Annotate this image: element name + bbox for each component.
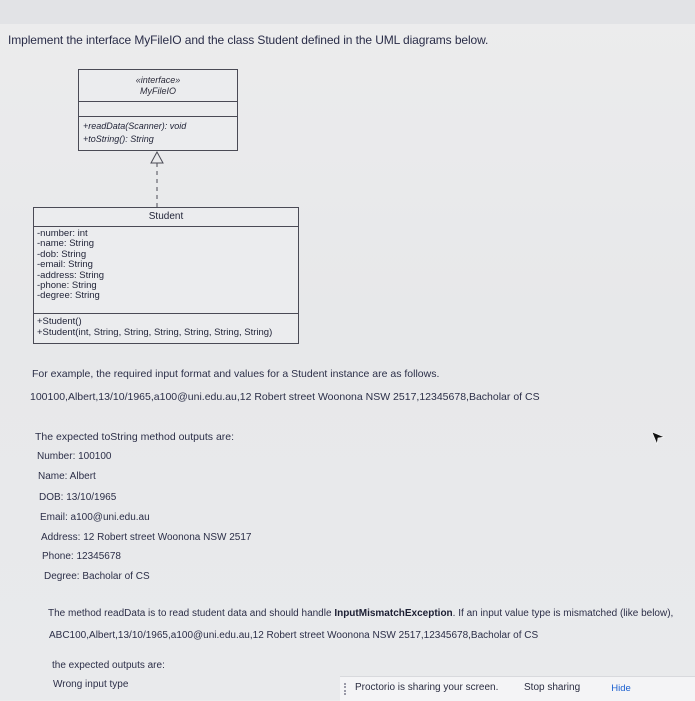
- interface-operation: +readData(Scanner): void: [83, 121, 187, 131]
- realization-arrow: [150, 150, 164, 207]
- class-name: Student: [34, 208, 298, 227]
- output-line: Degree: Bacholar of CS: [44, 571, 150, 582]
- interface-header: «interface» MyFileIO: [79, 70, 237, 102]
- uml-interface-box: «interface» MyFileIO +readData(Scanner):…: [78, 69, 238, 151]
- interface-name: MyFileIO: [140, 86, 176, 96]
- class-operation: +Student(): [37, 316, 82, 327]
- output-line: Address: 12 Robert street Woonona NSW 25…: [41, 532, 252, 543]
- example-intro: For example, the required input format a…: [32, 368, 440, 380]
- uml-class-box: Student -number: int -name: String -dob:…: [33, 207, 299, 344]
- page-top-band: [0, 0, 695, 24]
- drag-handle-icon[interactable]: [344, 683, 350, 695]
- mismatch-input: ABC100,Albert,13/10/1965,a100@uni.edu.au…: [49, 630, 539, 641]
- tostring-intro: The expected toString method outputs are…: [35, 431, 235, 443]
- expected-outputs-intro: the expected outputs are:: [52, 660, 165, 671]
- hide-button[interactable]: Hide: [601, 680, 641, 697]
- output-line: Email: a100@uni.edu.au: [40, 512, 150, 523]
- example-input: 100100,Albert,13/10/1965,a100@uni.edu.au…: [30, 391, 540, 403]
- class-operation: +Student(int, String, String, String, St…: [37, 327, 273, 338]
- readdata-description: The method readData is to read student d…: [48, 608, 673, 619]
- class-attributes: -number: int -name: String -dob: String …: [34, 227, 298, 314]
- screen-sharing-bar: Proctorio is sharing your screen. Stop s…: [340, 676, 695, 701]
- interface-attributes-compartment: [79, 102, 237, 117]
- sharing-message: Proctorio is sharing your screen.: [355, 682, 499, 693]
- wrong-input-line: Wrong input type: [53, 679, 129, 690]
- output-line: DOB: 13/10/1965: [39, 492, 117, 503]
- interface-stereotype: «interface»: [135, 75, 181, 85]
- class-operations: +Student() +Student(int, String, String,…: [34, 314, 298, 338]
- output-line: Name: Albert: [38, 471, 96, 482]
- exception-name: InputMismatchException: [334, 608, 453, 619]
- class-attribute: -degree: String: [37, 290, 100, 302]
- stop-sharing-button[interactable]: Stop sharing: [524, 682, 580, 693]
- output-line: Number: 100100: [37, 451, 112, 462]
- readdata-text-after: . If an input value type is mismatched (…: [452, 608, 674, 619]
- instruction-text: Implement the interface MyFileIO and the…: [8, 33, 489, 47]
- interface-operations: +readData(Scanner): void +toString(): St…: [79, 117, 237, 146]
- output-line: Phone: 12345678: [42, 551, 121, 562]
- mouse-cursor-icon: [651, 431, 665, 445]
- readdata-text-before: The method readData is to read student d…: [48, 608, 335, 619]
- interface-operation: +toString(): String: [83, 134, 154, 144]
